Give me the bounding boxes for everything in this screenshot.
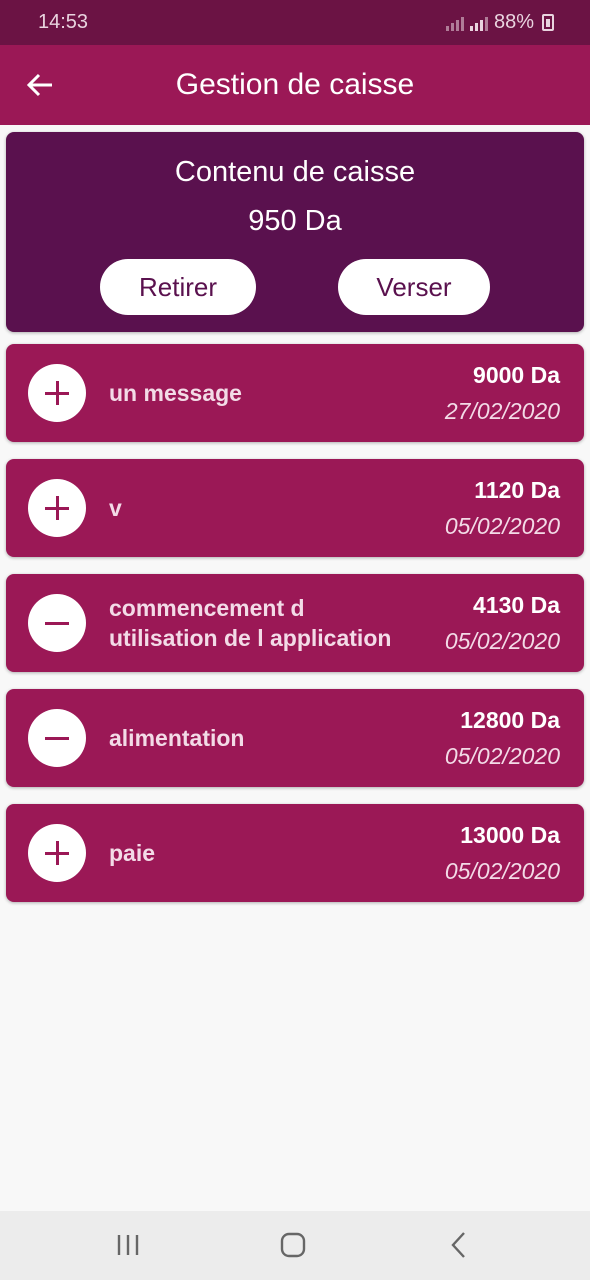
transaction-item[interactable]: alimentation 12800 Da 05/02/2020 [6, 689, 584, 787]
withdraw-button[interactable]: Retirer [100, 259, 256, 315]
transaction-date: 05/02/2020 [444, 628, 560, 654]
status-bar: 14:53 88% [0, 0, 590, 45]
transaction-label: paie [109, 840, 156, 866]
deposit-button[interactable]: Verser [338, 259, 490, 315]
transaction-item[interactable]: commencement d utilisation de l applicat… [6, 574, 584, 672]
home-icon[interactable] [273, 1228, 313, 1262]
battery-percentage: 88% [493, 11, 534, 33]
transaction-label: un message [109, 380, 242, 406]
status-icons: 88% [445, 11, 554, 34]
minus-icon [28, 709, 86, 767]
plus-icon [28, 479, 86, 537]
plus-icon [28, 364, 86, 422]
transaction-label: v [109, 495, 122, 521]
cash-summary-title: Contenu de caisse [174, 156, 416, 188]
transaction-item[interactable]: un message 9000 Da 27/02/2020 [6, 344, 584, 442]
transaction-label: commencement d utilisation de l applicat… [109, 595, 392, 651]
transaction-date: 05/02/2020 [444, 858, 560, 884]
transaction-amount: 12800 Da [460, 707, 560, 733]
signal-icon [469, 15, 488, 31]
back-nav-icon[interactable] [438, 1228, 478, 1262]
transaction-amount: 4130 Da [473, 592, 560, 618]
minus-icon [28, 594, 86, 652]
arrow-left-icon [26, 73, 52, 97]
signal-icon [445, 15, 464, 31]
transaction-date: 05/02/2020 [444, 513, 560, 539]
transaction-date: 27/02/2020 [444, 398, 560, 424]
transaction-amount: 13000 Da [460, 822, 560, 848]
transaction-list: un message 9000 Da 27/02/2020 v 1120 Da … [6, 344, 584, 919]
page-title: Gestion de caisse [175, 68, 415, 101]
battery-icon [542, 14, 554, 31]
transaction-amount: 9000 Da [473, 362, 560, 388]
cash-balance: 950 Da [248, 205, 342, 237]
system-navigation-bar [0, 1211, 590, 1280]
transaction-label: alimentation [109, 725, 245, 751]
recents-icon[interactable] [108, 1228, 148, 1262]
status-time: 14:53 [38, 11, 89, 33]
cash-summary-card: Contenu de caisse 950 Da Retirer Verser [6, 132, 584, 332]
transaction-date: 05/02/2020 [444, 743, 560, 769]
back-button[interactable] [0, 45, 80, 125]
transaction-amount: 1120 Da [474, 477, 560, 503]
transaction-item[interactable]: v 1120 Da 05/02/2020 [6, 459, 584, 557]
app-bar: Gestion de caisse [0, 45, 590, 125]
transaction-item[interactable]: paie 13000 Da 05/02/2020 [6, 804, 584, 902]
plus-icon [28, 824, 86, 882]
